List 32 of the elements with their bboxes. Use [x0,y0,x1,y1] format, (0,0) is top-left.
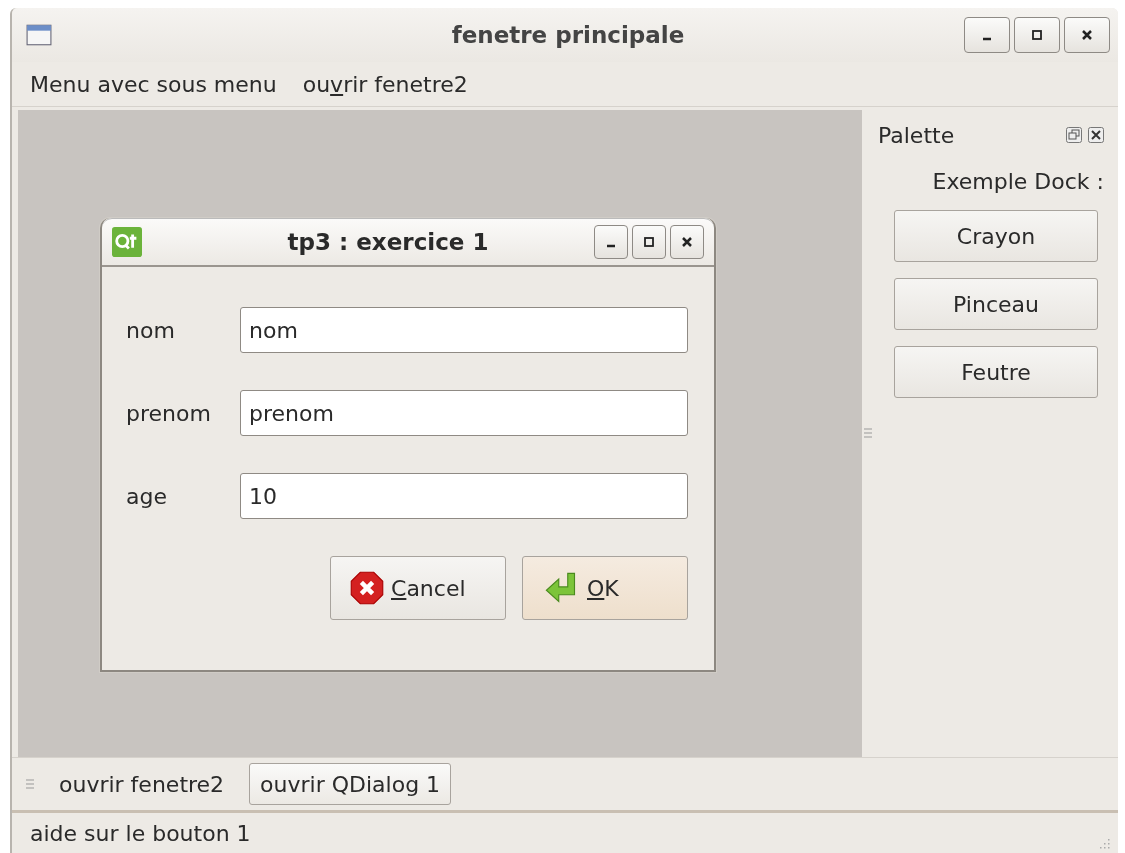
menu-item[interactable]: Menu avec sous menu [30,71,277,97]
close-icon[interactable] [1064,17,1110,53]
window-icon [26,24,52,46]
menu-item[interactable]: ouvrir fenetre2 [302,71,468,97]
app-logo-icon [112,227,142,257]
float-icon[interactable] [1066,127,1082,143]
dock-heading: Exemple Dock : [931,169,1104,194]
ok-button[interactable]: OK [522,556,688,620]
cancel-icon [349,570,385,606]
field-label: nom [126,317,176,343]
palette-button[interactable]: Crayon [894,210,1098,262]
field-label: age [126,483,168,509]
resize-grip-icon[interactable] [864,428,872,438]
palette-button[interactable]: Feutre [894,346,1098,398]
input-field[interactable]: 10 [240,473,688,519]
close-icon[interactable] [670,225,704,259]
palette-button[interactable]: Pinceau [894,278,1098,330]
input-field[interactable]: nom [240,307,688,353]
toolbar-button[interactable]: ouvrir fenetre2 [48,763,236,805]
maximize-icon[interactable] [1014,17,1060,53]
dialog-title: tp3 : exercice 1 [286,229,490,255]
close-icon[interactable] [1088,127,1104,143]
dock-title: Palette [878,122,956,148]
toolbar-button[interactable]: ouvrir QDialog 1 [249,763,452,805]
toolbar-handle-icon[interactable] [26,779,34,789]
input-field[interactable]: prenom [240,390,688,436]
cancel-button[interactable]: Cancel [330,556,506,620]
size-grip-icon[interactable] [1098,837,1110,849]
field-label: prenom [126,400,212,426]
maximize-icon[interactable] [632,225,666,259]
status-text: aide sur le bouton 1 [30,820,251,846]
window-title: fenetre principale [450,22,686,48]
